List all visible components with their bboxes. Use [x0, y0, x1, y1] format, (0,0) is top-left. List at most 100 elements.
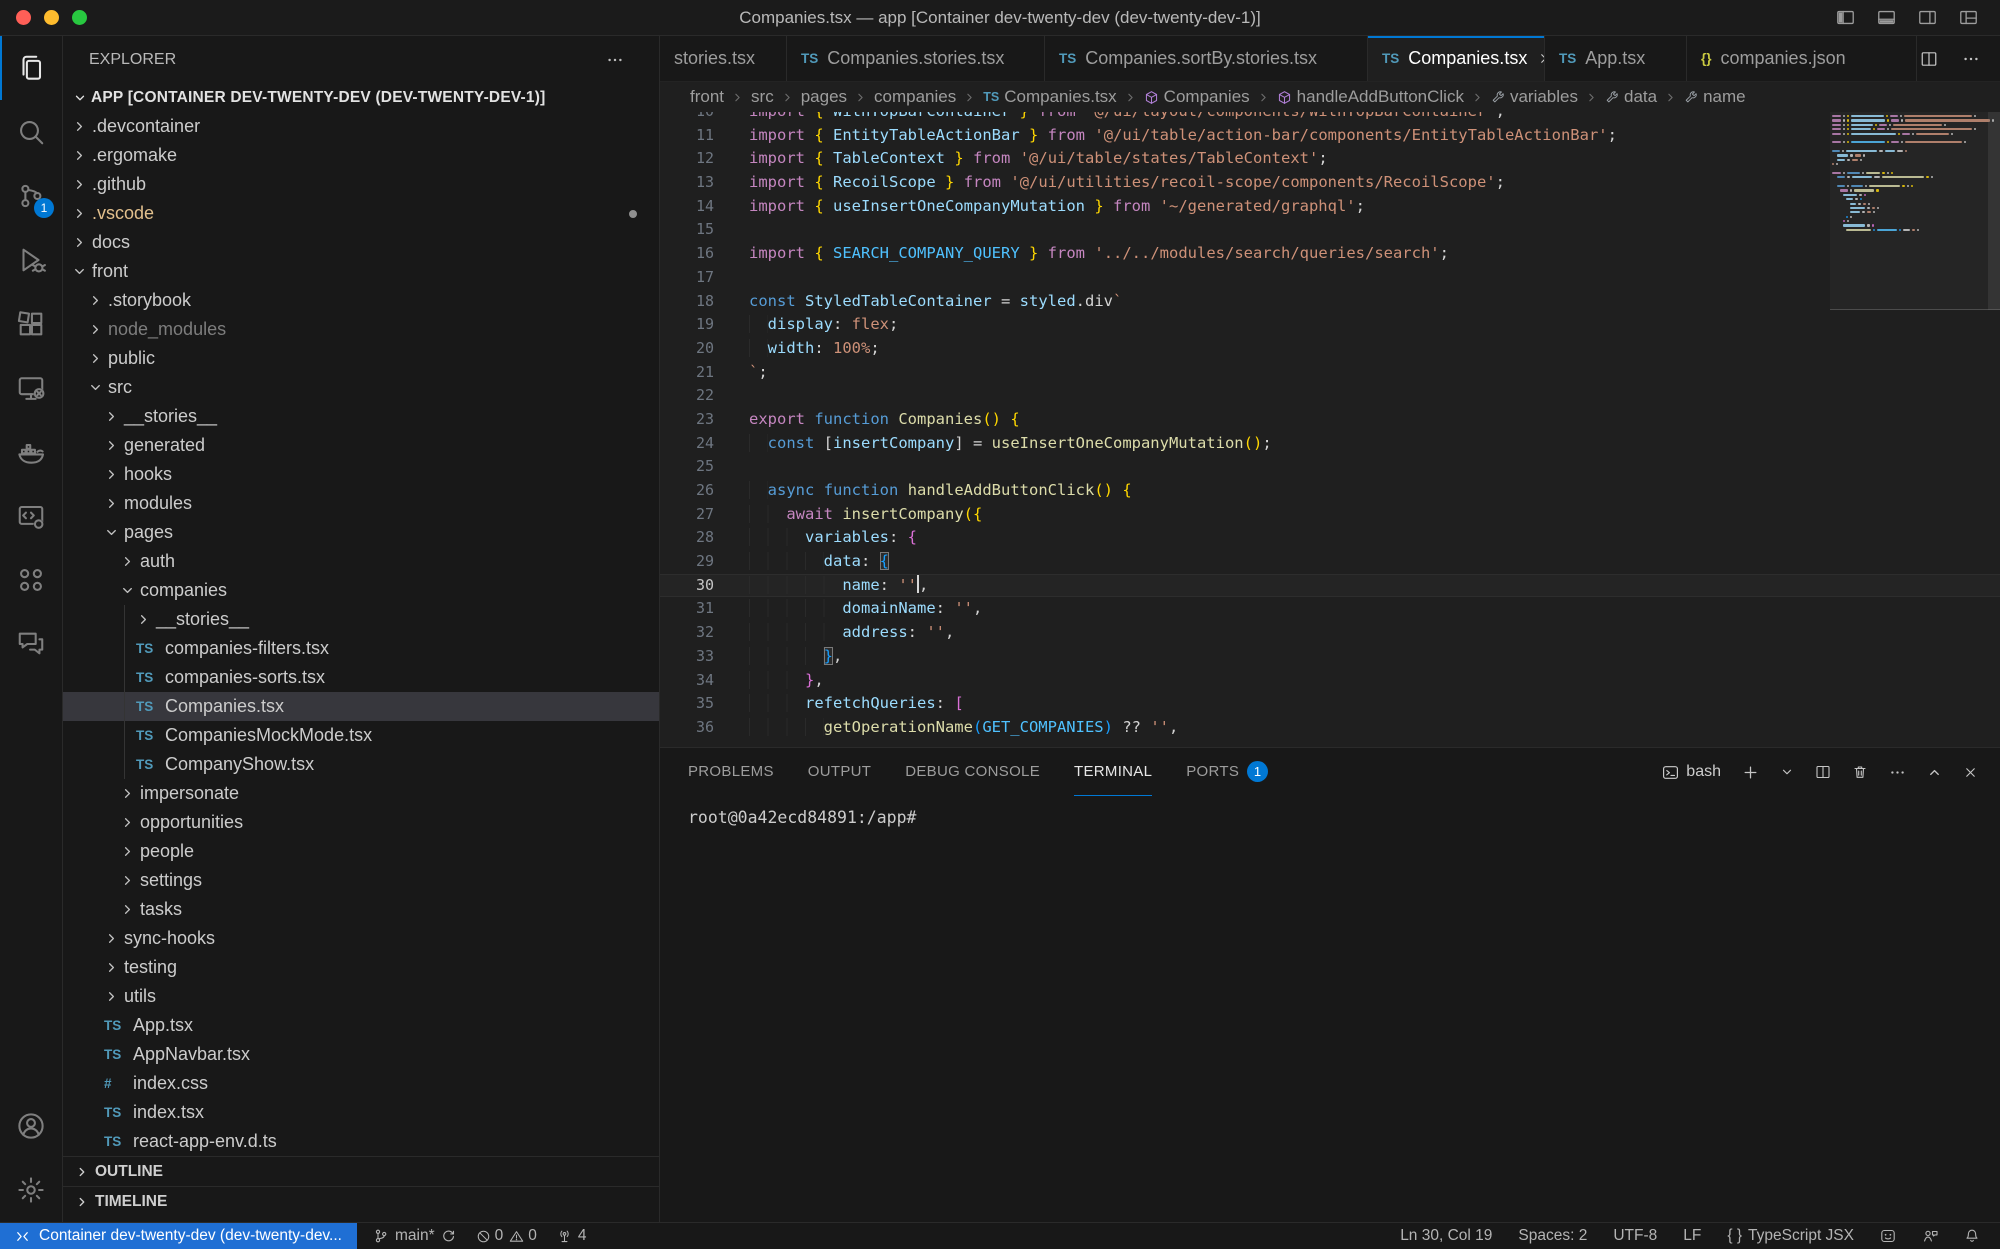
tree-folder-companies[interactable]: companies	[63, 576, 659, 605]
panel-tab-debug-console[interactable]: DEBUG CONSOLE	[905, 748, 1040, 796]
code-line-25[interactable]: 25	[660, 455, 2000, 479]
code-line-15[interactable]: 15	[660, 218, 2000, 242]
minimize-window-button[interactable]	[44, 10, 59, 25]
cursor-position-status[interactable]: Ln 30, Col 19	[1400, 1227, 1492, 1245]
code-line-17[interactable]: 17	[660, 266, 2000, 290]
tree-folder-settings[interactable]: settings	[63, 866, 659, 895]
tab-companies-stories-tsx[interactable]: TSCompanies.stories.tsx	[787, 36, 1045, 81]
editor-scrollbar[interactable]	[1988, 112, 2000, 310]
tree-folder-.vscode[interactable]: .vscode	[63, 199, 659, 228]
breadcrumb-pages[interactable]: pages	[801, 87, 847, 107]
terminal-dropdown-icon[interactable]	[1780, 765, 1794, 779]
outline-section-header[interactable]: OUTLINE	[63, 1156, 659, 1186]
tree-file-app.tsx[interactable]: TSApp.tsx	[63, 1011, 659, 1040]
terminal-output[interactable]: root@0a42ecd84891:/app#	[660, 796, 2000, 827]
customize-layout-icon[interactable]	[1959, 8, 1978, 27]
code-line-30[interactable]: 30 name: '',	[660, 574, 2000, 598]
tab-stories-tsx[interactable]: stories.tsx	[660, 36, 787, 81]
activity-docker-icon[interactable]	[0, 420, 62, 484]
tree-file-index.tsx[interactable]: TSindex.tsx	[63, 1098, 659, 1127]
tree-folder-opportunities[interactable]: opportunities	[63, 808, 659, 837]
zoom-window-button[interactable]	[72, 10, 87, 25]
tab-companies-json[interactable]: {}companies.json	[1687, 36, 1917, 81]
encoding-status[interactable]: UTF-8	[1613, 1227, 1657, 1245]
code-line-36[interactable]: 36 getOperationName(GET_COMPANIES) ?? ''…	[660, 716, 2000, 740]
code-line-10[interactable]: 10import { WithTopBarContainer } from '@…	[660, 112, 2000, 124]
activity-organization-icon[interactable]	[0, 548, 62, 612]
activity-extensions-icon[interactable]	[0, 292, 62, 356]
explorer-more-actions-icon[interactable]	[606, 51, 624, 69]
language-mode-status[interactable]: { }TypeScript JSX	[1727, 1227, 1854, 1245]
code-line-34[interactable]: 34 },	[660, 669, 2000, 693]
tree-file-index.css[interactable]: #index.css	[63, 1069, 659, 1098]
tree-folder--stories-[interactable]: __stories__	[63, 605, 659, 634]
toggle-secondary-sidebar-icon[interactable]	[1918, 8, 1937, 27]
tree-file-companiesmockmode.tsx[interactable]: TSCompaniesMockMode.tsx	[63, 721, 659, 750]
tree-folder-front[interactable]: front	[63, 257, 659, 286]
tree-file-companies-filters.tsx[interactable]: TScompanies-filters.tsx	[63, 634, 659, 663]
activity-search-icon[interactable]	[0, 100, 62, 164]
code-line-31[interactable]: 31 domainName: '',	[660, 597, 2000, 621]
code-line-22[interactable]: 22	[660, 384, 2000, 408]
activity-account-icon[interactable]	[0, 1094, 62, 1158]
tree-folder-.github[interactable]: .github	[63, 170, 659, 199]
activity-remote-explorer-icon[interactable]	[0, 356, 62, 420]
tab-companies-tsx[interactable]: TSCompanies.tsx	[1368, 36, 1545, 81]
tree-folder-generated[interactable]: generated	[63, 431, 659, 460]
activity-run-and-debug-icon[interactable]	[0, 228, 62, 292]
breadcrumb-data[interactable]: data	[1605, 87, 1657, 107]
indentation-status[interactable]: Spaces: 2	[1518, 1227, 1587, 1245]
tree-folder-node-modules[interactable]: node_modules	[63, 315, 659, 344]
activity-comments-icon[interactable]	[0, 612, 62, 676]
code-line-14[interactable]: 14import { useInsertOneCompanyMutation }…	[660, 195, 2000, 219]
eol-status[interactable]: LF	[1683, 1227, 1701, 1245]
code-line-23[interactable]: 23export function Companies() {	[660, 408, 2000, 432]
panel-tab-ports[interactable]: PORTS1	[1186, 748, 1268, 796]
breadcrumb-src[interactable]: src	[751, 87, 774, 107]
toggle-panel-icon[interactable]	[1877, 8, 1896, 27]
tab-app-tsx[interactable]: TSApp.tsx	[1545, 36, 1687, 81]
code-line-29[interactable]: 29 data: {	[660, 550, 2000, 574]
code-line-33[interactable]: 33 },	[660, 645, 2000, 669]
timeline-section-header[interactable]: TIMELINE	[63, 1186, 659, 1216]
activity-source-control-icon[interactable]: 1	[0, 164, 62, 228]
code-line-27[interactable]: 27 await insertCompany({	[660, 503, 2000, 527]
tree-folder-src[interactable]: src	[63, 373, 659, 402]
forwarded-ports-status[interactable]: 4	[557, 1227, 587, 1245]
breadcrumb-handleaddbuttonclick[interactable]: handleAddButtonClick	[1277, 87, 1464, 107]
split-terminal-icon[interactable]	[1815, 764, 1831, 780]
code-line-24[interactable]: 24 const [insertCompany] = useInsertOneC…	[660, 432, 2000, 456]
editor-more-actions-icon[interactable]	[1962, 50, 1980, 68]
breadcrumb-variables[interactable]: variables	[1491, 87, 1578, 107]
code-line-20[interactable]: 20 width: 100%;	[660, 337, 2000, 361]
activity-settings-icon[interactable]	[0, 1158, 62, 1222]
panel-tab-terminal[interactable]: TERMINAL	[1074, 748, 1152, 796]
tree-folder-modules[interactable]: modules	[63, 489, 659, 518]
new-terminal-icon[interactable]	[1742, 764, 1759, 781]
panel-tab-output[interactable]: OUTPUT	[808, 748, 871, 796]
breadcrumb-companies[interactable]: companies	[874, 87, 956, 107]
code-line-13[interactable]: 13import { RecoilScope } from '@/ui/util…	[660, 171, 2000, 195]
code-line-18[interactable]: 18const StyledTableContainer = styled.di…	[660, 290, 2000, 314]
feedback-smiley-icon[interactable]	[1880, 1228, 1896, 1244]
tree-folder-docs[interactable]: docs	[63, 228, 659, 257]
tree-folder-public[interactable]: public	[63, 344, 659, 373]
code-line-11[interactable]: 11import { EntityTableActionBar } from '…	[660, 124, 2000, 148]
problems-status[interactable]: 00	[476, 1227, 537, 1245]
tree-file-react-app-env.d.ts[interactable]: TSreact-app-env.d.ts	[63, 1127, 659, 1156]
close-window-button[interactable]	[16, 10, 31, 25]
tree-folder-testing[interactable]: testing	[63, 953, 659, 982]
tree-folder-auth[interactable]: auth	[63, 547, 659, 576]
panel-more-actions-icon[interactable]	[1889, 764, 1906, 781]
tree-folder-impersonate[interactable]: impersonate	[63, 779, 659, 808]
maximize-panel-icon[interactable]	[1927, 765, 1942, 780]
tree-folder-pages[interactable]: pages	[63, 518, 659, 547]
tree-folder-sync-hooks[interactable]: sync-hooks	[63, 924, 659, 953]
breadcrumb-companies-tsx[interactable]: TSCompanies.tsx	[983, 87, 1116, 107]
breadcrumb-companies[interactable]: Companies	[1144, 87, 1250, 107]
breadcrumb-name[interactable]: name	[1684, 87, 1746, 107]
notifications-bell-icon[interactable]	[1964, 1228, 1980, 1244]
code-line-21[interactable]: 21`;	[660, 361, 2000, 385]
kill-terminal-icon[interactable]	[1852, 764, 1868, 780]
close-panel-icon[interactable]	[1963, 765, 1978, 780]
